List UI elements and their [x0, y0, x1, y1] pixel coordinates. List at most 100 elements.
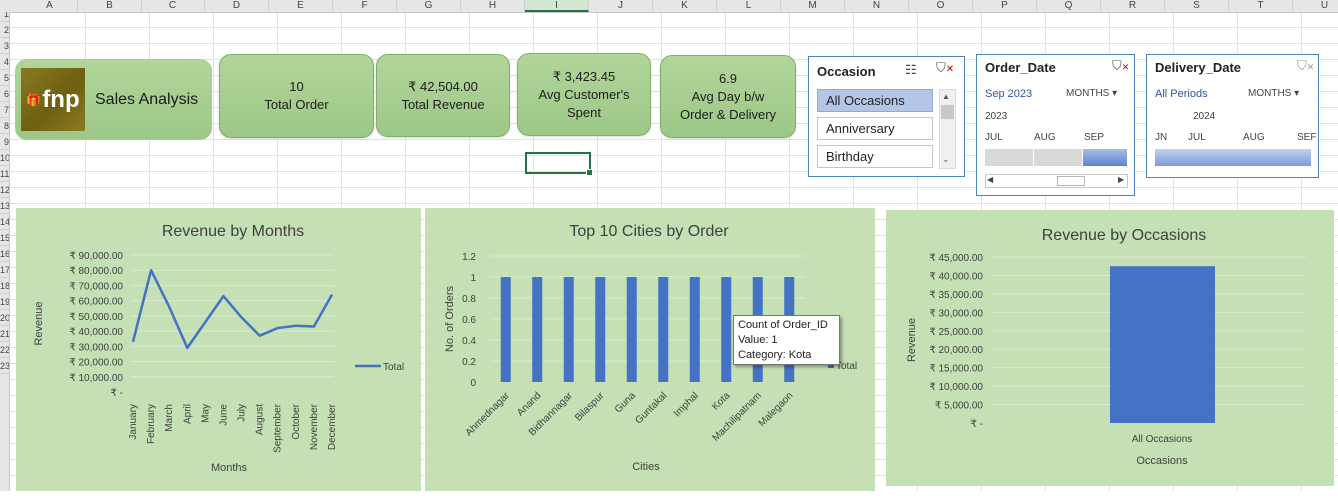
column-header-o[interactable]: O [909, 0, 973, 12]
scroll-down-icon[interactable]: ⌄ [942, 154, 950, 165]
column-headers: ABCDEFGHIJKLMNOPQRSTU [0, 0, 1338, 13]
row-header-19[interactable]: 19 [0, 294, 9, 310]
chart-revenue-by-months[interactable]: Revenue by Months₹ -₹ 10,000.00₹ 20,000.… [16, 208, 421, 491]
timeline-tile-aug[interactable] [1034, 149, 1082, 166]
scroll-left-icon[interactable]: ◀ [987, 175, 993, 184]
y-tick-label: ₹ 20,000.00 [929, 345, 983, 356]
x-tick-label: Guntakal [633, 390, 669, 426]
column-header-m[interactable]: M [781, 0, 845, 12]
y-tick-label: ₹ 80,000.00 [69, 266, 123, 277]
column-header-l[interactable]: L [717, 0, 781, 12]
row-header-10[interactable]: 10 [0, 150, 9, 166]
delivery-date-month-aug: AUG [1243, 132, 1265, 143]
row-header-8[interactable]: 8 [0, 118, 9, 134]
column-header-e[interactable]: E [269, 0, 333, 12]
column-header-g[interactable]: G [397, 0, 461, 12]
timeline-tile-jul[interactable] [985, 149, 1033, 166]
column-header-u[interactable]: U [1293, 0, 1338, 12]
row-header-6[interactable]: 6 [0, 86, 9, 102]
order-date-level[interactable]: MONTHS ▾ [1066, 88, 1117, 99]
row-header-20[interactable]: 20 [0, 310, 9, 326]
occasion-item-anniversary[interactable]: Anniversary [817, 117, 933, 140]
x-tick-label: Bilaspur [573, 390, 607, 424]
row-header-5[interactable]: 5 [0, 70, 9, 86]
delivery-date-level[interactable]: MONTHS ▾ [1248, 88, 1299, 99]
occasion-item-all[interactable]: All Occasions [817, 89, 933, 112]
selected-cell[interactable] [525, 152, 591, 174]
clear-filter-icon[interactable]: ⛉✕ [936, 60, 954, 76]
row-header-16[interactable]: 16 [0, 246, 9, 262]
row-header-23[interactable]: 23 [0, 358, 9, 374]
row-header-3[interactable]: 3 [0, 38, 9, 54]
column-header-s[interactable]: S [1165, 0, 1229, 12]
order-date-scrollbar[interactable]: ◀ ▶ [985, 174, 1128, 188]
timeline-tile-range[interactable] [1155, 149, 1311, 166]
multi-select-icon[interactable]: ☷ [905, 62, 917, 78]
column-header-h[interactable]: H [461, 0, 525, 12]
x-tick-label: September [273, 403, 284, 453]
column-header-t[interactable]: T [1229, 0, 1293, 12]
chevron-down-icon: ▾ [1112, 88, 1117, 99]
delivery-date-year: 2024 [1193, 111, 1215, 122]
row-header-22[interactable]: 22 [0, 342, 9, 358]
row-header-17[interactable]: 17 [0, 262, 9, 278]
clear-filter-icon[interactable]: ⛉✕ [1297, 58, 1314, 74]
row-header-11[interactable]: 11 [0, 166, 9, 182]
chevron-down-icon: ▾ [1294, 88, 1299, 99]
row-header-18[interactable]: 18 [0, 278, 9, 294]
column-header-b[interactable]: B [78, 0, 142, 12]
column-header-r[interactable]: R [1101, 0, 1165, 12]
bar-ahmednagar [501, 277, 511, 382]
chart-revenue-by-occasions-svg: Revenue by Occasions₹ -₹ 5,000.00₹ 10,00… [886, 210, 1334, 486]
row-header-7[interactable]: 7 [0, 102, 9, 118]
scroll-up-icon[interactable]: ▲ [942, 92, 950, 101]
row-header-14[interactable]: 14 [0, 214, 9, 230]
chart-title: Revenue by Occasions [1042, 227, 1207, 244]
row-header-9[interactable]: 9 [0, 134, 9, 150]
column-header-d[interactable]: D [205, 0, 269, 12]
kpi-avg-day-label-1: Avg Day b/w [692, 88, 765, 106]
x-tick-label: January [128, 404, 139, 440]
kpi-avg-day-value: 6.9 [719, 70, 737, 88]
row-header-4[interactable]: 4 [0, 54, 9, 70]
timeline-tile-sep[interactable] [1083, 149, 1127, 166]
chart-tooltip: Count of Order_ID Value: 1 Category: Kot… [733, 315, 840, 365]
tooltip-line-1: Count of Order_ID [738, 318, 835, 333]
row-header-1[interactable]: 1 [0, 12, 9, 22]
x-tick-label: June [218, 404, 229, 426]
y-tick-label: ₹ 50,000.00 [69, 312, 123, 323]
y-tick-label: ₹ 35,000.00 [929, 290, 983, 301]
occasion-scrollbar[interactable]: ▲ ⌄ [939, 89, 956, 169]
column-header-q[interactable]: Q [1037, 0, 1101, 12]
column-header-n[interactable]: N [845, 0, 909, 12]
column-header-k[interactable]: K [653, 0, 717, 12]
row-header-21[interactable]: 21 [0, 326, 9, 342]
occasion-item-birthday[interactable]: Birthday [817, 145, 933, 168]
row-header-13[interactable]: 13 [0, 198, 9, 214]
column-header-i[interactable]: I [525, 0, 589, 12]
chart-revenue-by-occasions[interactable]: Revenue by Occasions₹ -₹ 5,000.00₹ 10,00… [886, 210, 1334, 486]
column-header-f[interactable]: F [333, 0, 397, 12]
scroll-thumb[interactable] [941, 105, 954, 119]
kpi-avg-spent-label-1: Avg Customer's [538, 86, 629, 104]
x-tick-label: July [237, 404, 248, 422]
delivery-date-level-label: MONTHS [1248, 88, 1291, 99]
clear-filter-icon[interactable]: ⛉✕ [1112, 58, 1129, 74]
column-header-c[interactable]: C [141, 0, 205, 12]
row-header-12[interactable]: 12 [0, 182, 9, 198]
scroll-thumb[interactable] [1057, 176, 1085, 186]
y-tick-label: 0.8 [462, 294, 476, 305]
column-header-j[interactable]: J [589, 0, 653, 12]
delivery-date-month-jn: JN [1155, 132, 1167, 143]
row-header-2[interactable]: 2 [0, 22, 9, 38]
logo-text: fnp [42, 86, 79, 114]
kpi-avg-day: 6.9 Avg Day b/w Order & Delivery [660, 55, 796, 138]
order-date-year: 2023 [985, 111, 1007, 122]
y-tick-label: ₹ - [111, 388, 123, 399]
row-header-15[interactable]: 15 [0, 230, 9, 246]
delivery-date-timeline: Delivery_Date ⛉✕ All Periods MONTHS ▾ 20… [1146, 54, 1319, 178]
scroll-right-icon[interactable]: ▶ [1118, 175, 1124, 184]
column-header-p[interactable]: P [973, 0, 1037, 12]
column-header-a[interactable]: A [22, 0, 78, 12]
y-axis-label: No. of Orders [444, 285, 456, 352]
